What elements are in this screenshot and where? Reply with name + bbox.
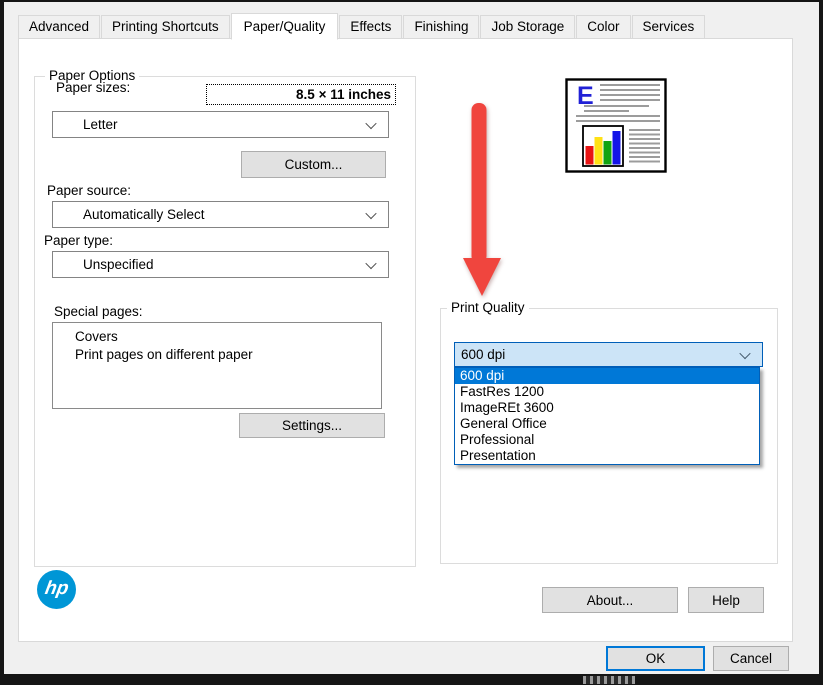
option-imageret-3600[interactable]: ImageREt 3600	[455, 400, 759, 416]
help-button[interactable]: Help	[688, 587, 764, 613]
screenshot-root: Advanced Printing Shortcuts Paper/Qualit…	[0, 0, 823, 685]
tab-advanced[interactable]: Advanced	[18, 15, 100, 39]
paper-type-select-value: Unspecified	[53, 257, 154, 272]
tab-label: Effects	[350, 19, 391, 34]
special-pages-list: Covers Print pages on different paper	[52, 322, 382, 409]
cancel-button[interactable]: Cancel	[713, 646, 789, 671]
option-presentation[interactable]: Presentation	[455, 448, 759, 464]
special-pages-item[interactable]: Print pages on different paper	[53, 346, 381, 364]
tab-label: Advanced	[29, 19, 89, 34]
printer-properties-dialog: Advanced Printing Shortcuts Paper/Qualit…	[4, 2, 819, 674]
tab-label: Printing Shortcuts	[112, 19, 219, 34]
tab-bar: Advanced Printing Shortcuts Paper/Qualit…	[18, 13, 706, 39]
paper-size-select[interactable]: Letter	[52, 111, 389, 138]
print-quality-group-label: Print Quality	[447, 300, 529, 315]
ok-button[interactable]: OK	[606, 646, 705, 671]
tab-paper-quality[interactable]: Paper/Quality	[231, 13, 339, 40]
tab-job-storage[interactable]: Job Storage	[480, 15, 575, 39]
background-window-fragment	[583, 676, 635, 684]
about-button[interactable]: About...	[542, 587, 678, 613]
special-pages-item[interactable]: Covers	[53, 328, 381, 346]
tab-label: Job Storage	[491, 19, 564, 34]
special-pages-label: Special pages:	[54, 304, 143, 319]
hp-logo-text: hp	[43, 578, 70, 602]
tab-color[interactable]: Color	[576, 15, 630, 39]
tab-label: Services	[643, 19, 695, 34]
document-preview-icon: E	[565, 78, 667, 173]
paper-source-select-value: Automatically Select	[53, 207, 205, 222]
paper-options-group: Paper Options Paper sizes: 8.5 × 11 inch…	[34, 76, 416, 567]
tab-printing-shortcuts[interactable]: Printing Shortcuts	[101, 15, 230, 39]
option-general-office[interactable]: General Office	[455, 416, 759, 432]
option-600-dpi[interactable]: 600 dpi	[455, 368, 759, 384]
chevron-down-icon	[365, 117, 376, 128]
chevron-down-icon	[739, 347, 750, 358]
chevron-down-icon	[365, 257, 376, 268]
paper-size-select-value: Letter	[53, 117, 118, 132]
print-quality-select-value: 600 dpi	[455, 347, 505, 362]
option-professional[interactable]: Professional	[455, 432, 759, 448]
red-down-arrow-icon	[459, 101, 505, 299]
tab-label: Paper/Quality	[244, 19, 326, 34]
paper-size-value: 8.5 × 11 inches	[206, 84, 396, 105]
tab-effects[interactable]: Effects	[339, 15, 402, 39]
paper-type-label: Paper type:	[44, 233, 113, 248]
tab-label: Finishing	[414, 19, 468, 34]
settings-button[interactable]: Settings...	[239, 413, 385, 438]
paper-sizes-label: Paper sizes:	[56, 80, 130, 95]
paper-quality-tab-page: Paper Options Paper sizes: 8.5 × 11 inch…	[18, 38, 793, 642]
paper-type-select[interactable]: Unspecified	[52, 251, 389, 278]
chevron-down-icon	[365, 207, 376, 218]
tab-label: Color	[587, 19, 619, 34]
print-quality-group: Print Quality 600 dpi 600 dpi FastRes 12…	[440, 308, 778, 564]
tab-finishing[interactable]: Finishing	[403, 15, 479, 39]
hp-logo: hp	[37, 570, 76, 609]
option-fastres-1200[interactable]: FastRes 1200	[455, 384, 759, 400]
print-quality-dropdown-list: 600 dpi FastRes 1200 ImageREt 3600 Gener…	[454, 367, 760, 465]
custom-button[interactable]: Custom...	[241, 151, 386, 178]
paper-source-select[interactable]: Automatically Select	[52, 201, 389, 228]
tab-services[interactable]: Services	[632, 15, 706, 39]
paper-source-label: Paper source:	[47, 183, 131, 198]
print-quality-select[interactable]: 600 dpi	[454, 342, 763, 367]
